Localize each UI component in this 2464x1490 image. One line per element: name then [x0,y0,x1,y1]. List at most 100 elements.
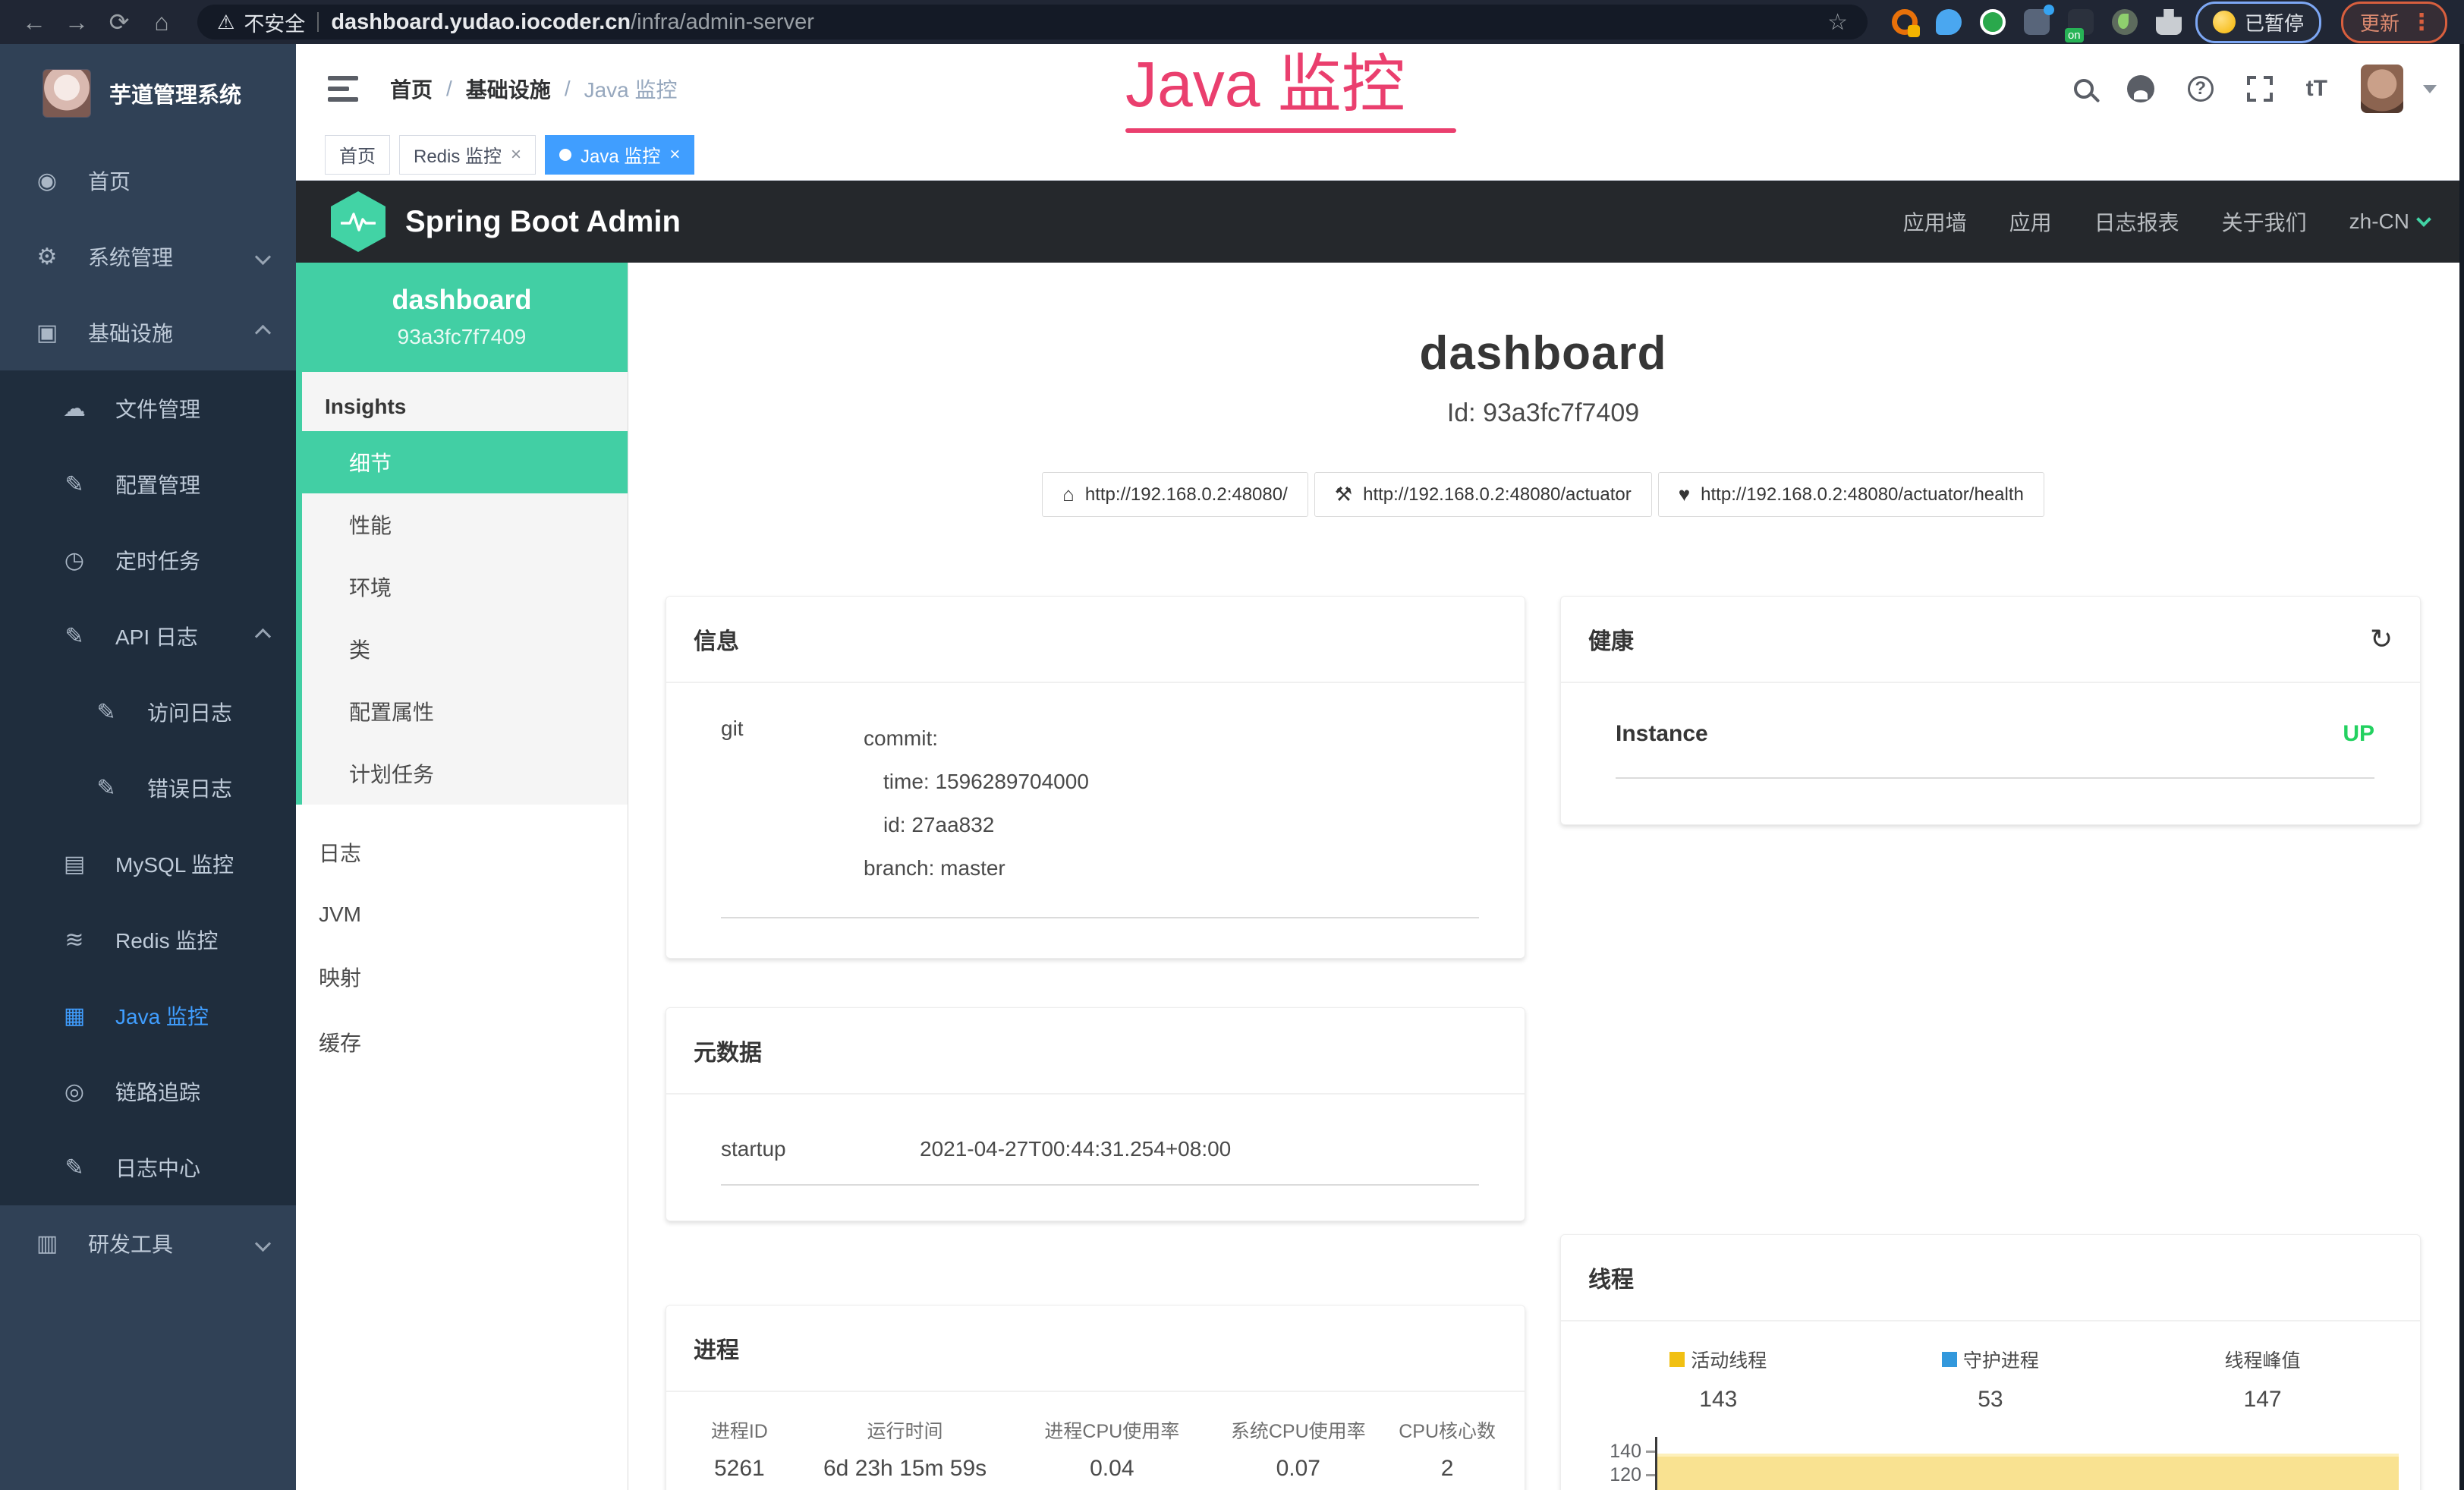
hamburger-icon[interactable] [328,76,358,102]
paused-badge[interactable]: 已暂停 [2195,2,2321,43]
sba-nav-journal[interactable]: 日志报表 [2094,206,2179,237]
font-size-icon[interactable]: tT [2306,76,2327,102]
sidebar-item-system[interactable]: ⚙ 系统管理 [0,219,296,295]
threads-card: 线程 活动线程 143 [1560,1234,2421,1490]
sba-brand-title[interactable]: Spring Boot Admin [405,205,681,239]
sba-item-mappings[interactable]: 映射 [296,944,628,1010]
breadcrumb-separator: / [565,77,571,101]
metadata-key: startup [721,1137,920,1161]
timer-icon: ◷ [59,547,90,574]
sba-instance-block[interactable]: dashboard 93a3fc7f7409 [296,263,628,372]
process-card-title: 进程 [694,1331,739,1365]
info-git-row: git commit: time: 1596289704000 id: 27aa… [721,717,1479,918]
sidebar-item-redis[interactable]: ≋ Redis 监控 [0,902,296,978]
app-logo-row[interactable]: 芋道管理系统 [0,44,296,143]
home-icon: ⌂ [1062,483,1075,506]
sba-item-configprops[interactable]: 配置属性 [302,680,628,742]
search-icon[interactable] [2074,79,2094,99]
tab-redis[interactable]: Redis 监控 × [399,135,536,175]
forward-icon[interactable]: → [59,0,94,44]
status-badge: UP [2343,721,2374,747]
monitor-icon: ▣ [32,320,62,346]
instance-health-url-button[interactable]: ♥ http://192.168.0.2:48080/actuator/heal… [1658,472,2044,517]
sba-item-classes[interactable]: 类 [302,618,628,680]
metadata-row: startup 2021-04-27T00:44:31.254+08:00 [721,1126,1479,1186]
close-icon[interactable]: × [669,144,680,165]
breadcrumb-home[interactable]: 首页 [390,74,433,104]
wrench-icon: ⚒ [1335,483,1352,506]
window-right-edge [2459,44,2464,1490]
sidebar-item-job[interactable]: ◷ 定时任务 [0,522,296,598]
sba-nav-wall[interactable]: 应用墙 [1903,206,1967,237]
sba-item-loggers[interactable]: 日志 [296,820,628,885]
reload-icon[interactable]: ⟳ [102,0,137,44]
sba-item-metrics[interactable]: 性能 [302,493,628,556]
extension-icon[interactable] [2112,9,2138,35]
sidebar-item-accesslog[interactable]: ✎ 访问日志 [0,674,296,750]
security-label[interactable]: ⚠ 不安全 [217,8,305,37]
puzzle-icon[interactable] [2156,9,2182,35]
update-button[interactable]: 更新 ⋮ [2341,2,2447,43]
sba-logo-icon[interactable] [331,191,385,252]
app-title: 芋道管理系统 [109,77,241,109]
fullscreen-icon[interactable] [2247,76,2273,102]
avatar[interactable] [2361,65,2403,113]
sba-item-details[interactable]: 细节 [302,431,628,493]
tab-java[interactable]: Java 监控 × [545,135,694,175]
health-instance-label: Instance [1616,721,1708,747]
threads-live-label: 活动线程 [1691,1346,1767,1373]
instance-actuator-url-button[interactable]: ⚒ http://192.168.0.2:48080/actuator [1314,472,1652,517]
sba-nav-applications[interactable]: 应用 [2009,206,2052,237]
process-col-sys-cpu: 系统CPU使用率 [1211,1416,1385,1444]
sidebar-item-trace[interactable]: ◎ 链路追踪 [0,1054,296,1129]
sidebar-item-devtools[interactable]: ▥ 研发工具 [0,1205,296,1281]
sidebar-item-java[interactable]: ▦ Java 监控 [0,978,296,1054]
git-commit-line: commit: [864,717,1089,760]
sba-header: Spring Boot Admin 应用墙 应用 日志报表 关于我们 zh-CN [296,181,2464,263]
sidebar-item-mysql[interactable]: ▤ MySQL 监控 [0,826,296,902]
github-icon[interactable] [2127,75,2154,102]
sba-nav-about[interactable]: 关于我们 [2222,206,2307,237]
git-branch-line: branch: master [864,846,1089,890]
extension-icon[interactable] [1936,9,1962,35]
sidebar-item-file[interactable]: ☁ 文件管理 [0,370,296,446]
extension-icon[interactable] [2024,9,2050,35]
breadcrumb-current: Java 监控 [584,74,678,104]
sidebar-item-home[interactable]: ◉ 首页 [0,143,296,219]
url-text[interactable]: dashboard.yudao.iocoder.cn/infra/admin-s… [331,10,814,35]
sidebar-item-apilog[interactable]: ✎ API 日志 [0,598,296,674]
sba-locale-select[interactable]: zh-CN [2349,209,2429,234]
active-dot [559,149,571,161]
breadcrumb-infra[interactable]: 基础设施 [466,74,551,104]
instance-root-url-button[interactable]: ⌂ http://192.168.0.2:48080/ [1042,472,1308,517]
sidebar-item-errorlog[interactable]: ✎ 错误日志 [0,750,296,826]
app-logo [42,69,91,118]
health-card-title: 健康 [1588,622,1634,656]
kebab-menu-icon[interactable]: ⋮ [2410,9,2433,36]
sidebar-item-infra[interactable]: ▣ 基础设施 [0,295,296,370]
tab-home[interactable]: 首页 [325,135,390,175]
history-icon[interactable]: ↺ [2370,623,2393,655]
extension-icon[interactable]: on [2068,9,2094,35]
metadata-card: 元数据 startup 2021-04-27T00:44:31.254+08:0… [666,1007,1525,1221]
sba-item-caches[interactable]: 缓存 [296,1010,628,1075]
sba-item-environment[interactable]: 环境 [302,556,628,618]
sba-item-jvm[interactable]: JVM [296,885,628,944]
extension-icon[interactable] [1892,9,1918,35]
home-icon[interactable]: ⌂ [144,0,179,44]
git-time-line: time: 1596289704000 [864,760,1089,803]
sidebar-item-logcenter[interactable]: ✎ 日志中心 [0,1129,296,1205]
health-instance-row[interactable]: Instance UP [1616,721,2374,779]
back-icon[interactable]: ← [17,0,52,44]
info-card-title: 信息 [694,622,739,656]
avatar-caret-icon[interactable] [2423,85,2437,93]
annotation-text: Java 监控 [1125,49,1405,120]
address-bar[interactable]: ⚠ 不安全 dashboard.yudao.iocoder.cn/infra/a… [197,5,1868,39]
extension-icon[interactable] [1980,9,2006,35]
help-icon[interactable]: ? [2188,76,2214,102]
bookmark-star-icon[interactable]: ☆ [1827,9,1848,36]
close-icon[interactable]: × [511,144,521,165]
cloud-upload-icon: ☁ [59,395,90,422]
sba-item-scheduledtasks[interactable]: 计划任务 [302,742,628,805]
sidebar-item-config[interactable]: ✎ 配置管理 [0,446,296,522]
